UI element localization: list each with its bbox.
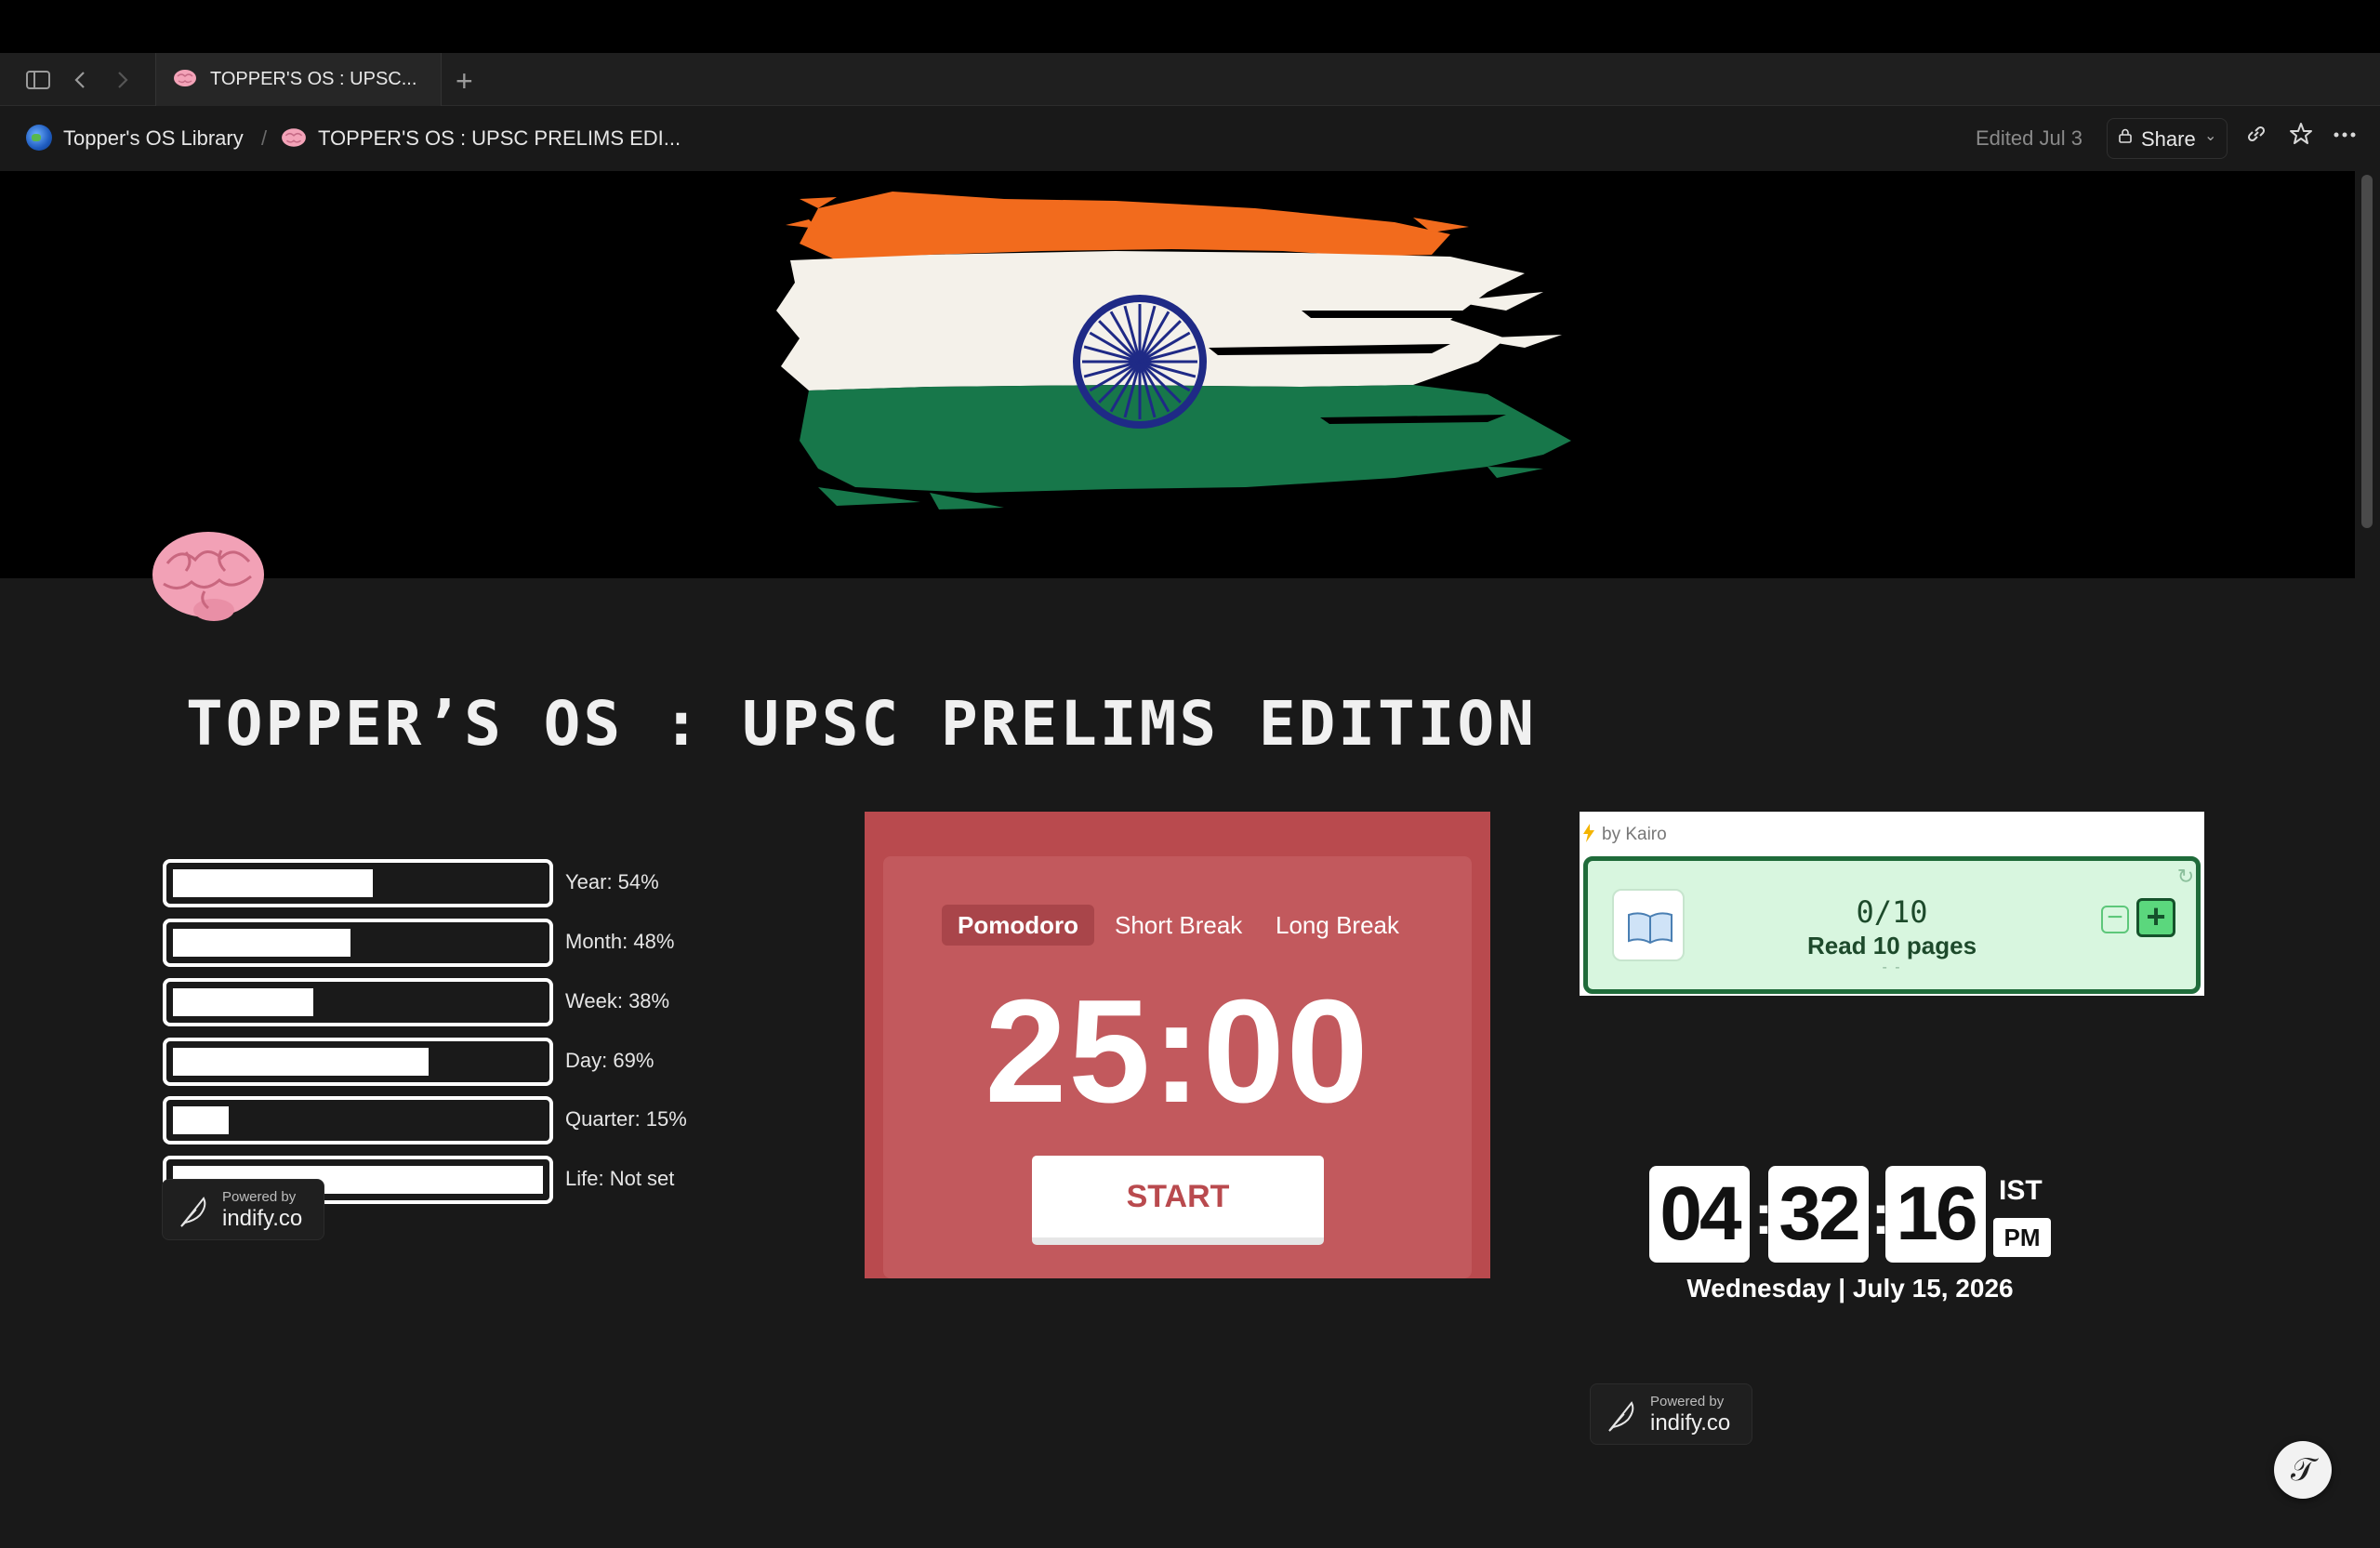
back-icon[interactable] [67,66,95,94]
brain-icon [282,128,306,147]
feather-icon [180,1197,206,1227]
habit-card: 0/10 Read 10 pages - - − + ↻ [1583,856,2201,994]
pomodoro-time: 25:00 [985,970,1370,1133]
lock-icon [2119,128,2132,143]
tab-title: TOPPER'S OS : UPSC... [210,69,417,89]
brain-icon [174,70,196,86]
feather-icon [1608,1401,1634,1432]
new-tab-button[interactable]: + [456,64,473,99]
progress-label: Life: Not set [565,1167,675,1190]
powered-by-label: Powered by [1650,1394,1725,1409]
clock-ampm: PM [1993,1218,2051,1257]
clock-minutes: 32 [1768,1166,1869,1263]
powered-by-brand: indify.co [222,1206,303,1231]
tab-long-break[interactable]: Long Break [1260,905,1415,946]
increment-button[interactable]: + [2136,898,2175,937]
progress-label: Year: 54% [565,870,659,893]
progress-label: Day: 69% [565,1049,654,1072]
browser-tabbar: TOPPER'S OS : UPSC... + [0,53,2380,106]
progress-bar [163,1038,553,1086]
powered-by-badge[interactable]: Powered by indify.co [1590,1383,1752,1445]
habit-text: Read 10 pages [1806,932,1977,959]
clock-seconds: 16 [1885,1166,1986,1263]
progress-bar-fill [173,1048,429,1076]
powered-by-badge[interactable]: Powered by indify.co [162,1179,324,1240]
pomodoro-tabs: Pomodoro Short Break Long Break [883,905,1472,946]
habit-widget: by Kairo 0/10 Read 10 pages - - − + ↻ [1580,812,2204,996]
link-icon[interactable] [2240,121,2273,154]
scrollbar[interactable] [2361,175,2373,528]
edited-timestamp: Edited Jul 3 [1976,126,2082,150]
habit-author: by Kairo [1602,825,1667,844]
breadcrumb: Topper's OS Library / TOPPER'S OS : UPSC… [0,106,2380,171]
powered-by-label: Powered by [222,1189,297,1205]
breadcrumb-current[interactable]: TOPPER'S OS : UPSC PRELIMS EDI... [318,126,681,151]
clock-hours: 04 [1649,1166,1750,1263]
more-icon[interactable] [2328,121,2361,154]
progress-label: Week: 38% [565,989,670,1012]
pomodoro-widget: Pomodoro Short Break Long Break 25:00 ST… [865,812,1490,1278]
progress-bar [163,919,553,967]
sidebar-toggle-icon[interactable] [24,66,52,94]
progress-bar [163,1096,553,1144]
chevron-down-icon: ⌄ [2204,128,2217,144]
pomodoro-panel: Pomodoro Short Break Long Break 25:00 ST… [883,856,1472,1278]
brain-icon [152,532,264,621]
bolt-icon [1583,824,1594,842]
tab-pomodoro[interactable]: Pomodoro [942,905,1094,946]
progress-label: Quarter: 15% [565,1107,687,1131]
forward-icon[interactable] [108,66,136,94]
progress-bar-fill [173,869,373,897]
star-icon[interactable] [2284,121,2318,154]
share-button[interactable]: Share ⌄ [2107,118,2228,159]
progress-bar-fill [173,929,350,957]
progress-bar [163,859,553,907]
help-icon[interactable]: 𝒯 [2274,1441,2332,1499]
breadcrumb-separator: / [261,126,268,150]
browser-tab-active[interactable]: TOPPER'S OS : UPSC... [155,53,442,106]
powered-by-brand: indify.co [1650,1410,1731,1436]
progress-bar [163,978,553,1026]
cover-image-india-flag [0,171,2355,578]
start-button[interactable]: START [1032,1156,1324,1245]
share-label: Share [2141,127,2196,151]
clock-date: Wednesday | July 15, 2026 [1686,1274,2014,1303]
breadcrumb-parent[interactable]: Topper's OS Library [63,126,244,151]
progress-bar-fill [173,1106,229,1134]
habit-progress-dash: - - [1882,959,1902,975]
decrement-button[interactable]: − [2101,904,2129,933]
refresh-icon[interactable]: ↻ [2174,865,2198,889]
globe-icon [26,125,52,151]
window-titlebar [0,0,2380,53]
clock-timezone: IST [1999,1175,2043,1206]
flip-clock: 04 : 32 : 16 IST PM [1649,1166,2077,1263]
tab-short-break[interactable]: Short Break [1099,905,1258,946]
page-title: TOPPER’S OS : UPSC PRELIMS EDITION [186,688,1538,760]
progress-label: Month: 48% [565,930,675,953]
progress-bar-fill [173,988,313,1016]
